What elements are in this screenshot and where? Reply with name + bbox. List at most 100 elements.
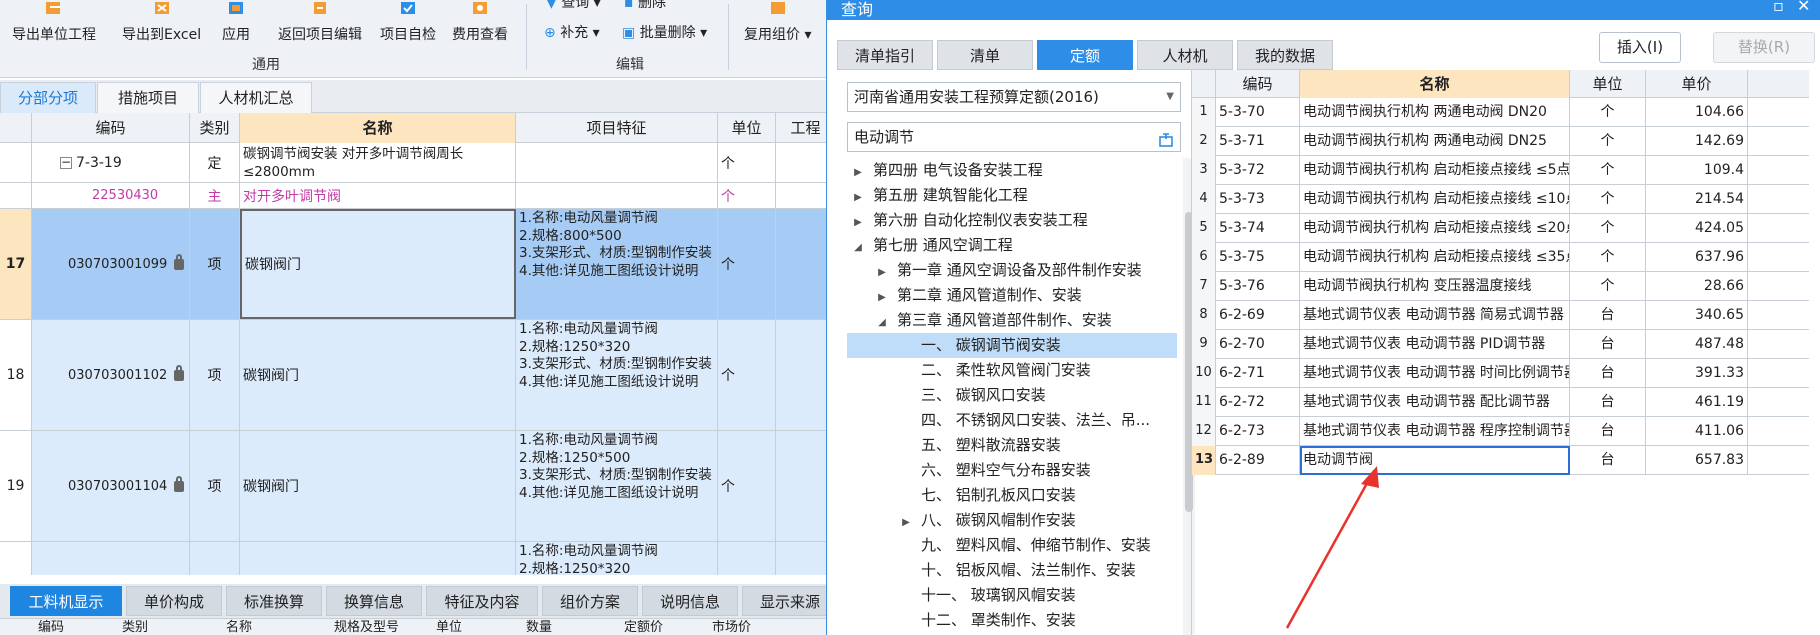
table-row[interactable]: 8 6-2-69 基地式调节仪表 电动调节器 简易式调节器台 340.65	[1192, 301, 1809, 330]
chevron-right-icon[interactable]: ▶	[851, 210, 865, 233]
tree-node[interactable]: ▶ 第二章 通风管道制作、安装	[847, 283, 1177, 308]
chevron-down-icon[interactable]: ◢	[875, 310, 889, 333]
chevron-down-icon[interactable]: ◢	[851, 235, 865, 258]
tab-feature-content[interactable]: 特征及内容	[426, 586, 538, 616]
close-icon[interactable]: ✕	[1797, 0, 1810, 15]
tab-standard-conversion[interactable]: 标准换算	[226, 586, 322, 616]
tab-labor-material[interactable]: 人材机汇总	[200, 82, 312, 113]
quota-library-select[interactable]: 河南省通用安装工程预算定额(2016) ▼	[847, 82, 1181, 112]
chevron-right-icon[interactable]: ▶	[851, 185, 865, 208]
tree-node[interactable]: ◢ 第七册 通风空调工程	[847, 233, 1177, 258]
replace-button[interactable]: 替换(R)	[1713, 32, 1815, 63]
chevron-right-icon[interactable]: ▶	[899, 510, 913, 533]
tree-node[interactable]: 十、 铝板风帽、法兰制作、安装	[847, 558, 1177, 583]
collapse-icon[interactable]: −	[60, 156, 72, 169]
name-cell[interactable]: 电动调节阀执行机构 两通电动阀 DN20	[1300, 98, 1570, 127]
tab-unit-price[interactable]: 单价构成	[126, 586, 222, 616]
tab-quota[interactable]: 定额	[1037, 40, 1133, 70]
fee-view-button[interactable]: 费用查看	[452, 2, 508, 44]
export-unit-button[interactable]: 导出单位工程	[12, 2, 96, 44]
name-cell[interactable]: 电动调节阀执行机构 启动柜接点接线 ≤20点	[1300, 214, 1570, 243]
table-row[interactable]: 19 030703001104 项 碳钢阀门 1.名称:电动风量调节阀 2.规格…	[0, 431, 826, 542]
return-edit-button[interactable]: 返回项目编辑	[278, 2, 362, 44]
feature-cell[interactable]: 1.名称:电动风量调节阀 2.规格:800*500 3.支架形式、材质:型钢制作…	[516, 209, 718, 319]
table-row[interactable]: 22530430 主 对开多叶调节阀 个	[0, 183, 826, 209]
tree-node[interactable]: 一、 碳钢调节阀安装	[847, 333, 1177, 358]
tree-node[interactable]: 五、 塑料散流器安装	[847, 433, 1177, 458]
tree-node[interactable]: ◢ 第三章 通风管道部件制作、安装	[847, 308, 1177, 333]
name-cell[interactable]: 碳钢阀门	[240, 431, 516, 541]
tree-node[interactable]: 六、 塑料空气分布器安装	[847, 458, 1177, 483]
table-row[interactable]: 1 5-3-70 电动调节阀执行机构 两通电动阀 DN20 个 104.66	[1192, 98, 1809, 127]
insert-button[interactable]: 插入(I)	[1599, 32, 1681, 63]
chevron-right-icon[interactable]: ▶	[875, 260, 889, 283]
tree-node[interactable]: 二、 柔性软风管阀门安装	[847, 358, 1177, 383]
name-cell[interactable]: 电动调节阀执行机构 启动柜接点接线 ≤35点	[1300, 243, 1570, 272]
reuse-price-button[interactable]: 复用组价 ▾	[744, 2, 811, 44]
tab-show-source[interactable]: 显示来源	[742, 586, 826, 616]
tree-node[interactable]: 十二、 罩类制作、安装	[847, 608, 1177, 633]
delete-button[interactable]: ▪ 删除	[624, 0, 666, 12]
chevron-right-icon[interactable]: ▶	[875, 285, 889, 308]
tree-node[interactable]: 九、 塑料风帽、伸缩节制作、安装	[847, 533, 1177, 558]
table-row[interactable]: 5 5-3-74 电动调节阀执行机构 启动柜接点接线 ≤20点个 424.05	[1192, 214, 1809, 243]
batch-delete-button[interactable]: ▣ 批量删除 ▾	[622, 22, 707, 42]
tab-measures[interactable]: 措施项目	[97, 82, 199, 113]
tab-conversion-info[interactable]: 换算信息	[326, 586, 422, 616]
tab-list[interactable]: 清单	[937, 40, 1033, 70]
supplement-button[interactable]: ⊕ 补充 ▾	[544, 22, 600, 42]
table-row-selected[interactable]: 17 030703001099 项 碳钢阀门 1.名称:电动风量调节阀 2.规格…	[0, 209, 826, 320]
name-cell[interactable]: 基地式调节仪表 电动调节器 PID调节器	[1300, 330, 1570, 359]
name-cell[interactable]: 碳钢阀门	[240, 320, 516, 430]
name-cell[interactable]: 基地式调节仪表 电动调节器 配比调节器	[1300, 388, 1570, 417]
table-row[interactable]: 10 6-2-71 基地式调节仪表 电动调节器 时间比例调节器台 391.33	[1192, 359, 1809, 388]
name-cell[interactable]: 碳钢调节阀安装 对开多叶调节阀周长≤2800mm	[240, 143, 516, 182]
tree-node[interactable]: 三、 碳钢风口安装	[847, 383, 1177, 408]
tab-description[interactable]: 说明信息	[642, 586, 738, 616]
export-excel-button[interactable]: 导出到Excel	[122, 2, 201, 44]
project-check-button[interactable]: 项目自检	[380, 2, 436, 44]
name-cell[interactable]: 电动调节阀执行机构 启动柜接点接线 ≤5点	[1300, 156, 1570, 185]
tree-node[interactable]: ▶ 第六册 自动化控制仪表安装工程	[847, 208, 1177, 233]
query-button[interactable]: ▼ 查询 ▾	[546, 0, 601, 12]
name-cell[interactable]: 电动调节阀执行机构 启动柜接点接线 ≤10点	[1300, 185, 1570, 214]
table-row[interactable]: 2 5-3-71 电动调节阀执行机构 两通电动阀 DN25 个 142.69	[1192, 127, 1809, 156]
apply-button[interactable]: 应用	[222, 2, 250, 44]
table-row[interactable]: 7 5-3-76 电动调节阀执行机构 变压器温度接线个 28.66	[1192, 272, 1809, 301]
name-cell[interactable]: 电动调节阀执行机构 两通电动阀 DN25	[1300, 127, 1570, 156]
name-cell[interactable]: 基地式调节仪表 电动调节器 程序控制调节器	[1300, 417, 1570, 446]
tab-my-data[interactable]: 我的数据	[1237, 40, 1333, 70]
chevron-right-icon[interactable]: ▶	[851, 160, 865, 183]
tree-node[interactable]: 十一、 玻璃钢风帽安装	[847, 583, 1177, 608]
name-cell[interactable]	[240, 542, 516, 575]
name-cell[interactable]: 基地式调节仪表 电动调节器 时间比例调节器	[1300, 359, 1570, 388]
search-input[interactable]: 电动调节	[847, 122, 1181, 152]
maximize-icon[interactable]: ▫	[1773, 0, 1784, 15]
table-row[interactable]: 11 6-2-72 基地式调节仪表 电动调节器 配比调节器台 461.19	[1192, 388, 1809, 417]
name-cell[interactable]: 电动调节阀执行机构 变压器温度接线	[1300, 272, 1570, 301]
table-row[interactable]: 12 6-2-73 基地式调节仪表 电动调节器 程序控制调节器台 411.06	[1192, 417, 1809, 446]
tree-node[interactable]: ▶ 第四册 电气设备安装工程	[847, 158, 1177, 183]
table-row[interactable]: 9 6-2-70 基地式调节仪表 电动调节器 PID调节器台 487.48	[1192, 330, 1809, 359]
feature-cell[interactable]	[516, 183, 718, 208]
feature-cell[interactable]: 1.名称:电动风量调节阀 2.规格:1250*320	[516, 542, 718, 575]
feature-cell[interactable]	[516, 143, 718, 182]
tree-node[interactable]: ▶ 第五册 建筑智能化工程	[847, 183, 1177, 208]
tree-node[interactable]: 四、 不锈钢风口安装、法兰、吊...	[847, 408, 1177, 433]
table-row[interactable]: 4 5-3-73 电动调节阀执行机构 启动柜接点接线 ≤10点个 214.54	[1192, 185, 1809, 214]
tree-node[interactable]: ▶ 八、 碳钢风帽制作安装	[847, 508, 1177, 533]
table-row[interactable]: 3 5-3-72 电动调节阀执行机构 启动柜接点接线 ≤5点个 109.4	[1192, 156, 1809, 185]
search-icon[interactable]	[1158, 129, 1174, 147]
tab-sub-items[interactable]: 分部分项	[0, 82, 96, 113]
tree-node[interactable]: ▶ 第一章 通风空调设备及部件制作安装	[847, 258, 1177, 283]
feature-cell[interactable]: 1.名称:电动风量调节阀 2.规格:1250*320 3.支架形式、材质:型钢制…	[516, 320, 718, 430]
tab-material-display[interactable]: 工料机显示	[10, 586, 122, 616]
tab-list-guide[interactable]: 清单指引	[837, 40, 933, 70]
name-cell[interactable]: 对开多叶调节阀	[240, 183, 516, 208]
name-cell[interactable]: 碳钢阀门	[240, 209, 516, 319]
tab-labor-material[interactable]: 人材机	[1137, 40, 1233, 70]
tab-pricing-plan[interactable]: 组价方案	[542, 586, 638, 616]
feature-cell[interactable]: 1.名称:电动风量调节阀 2.规格:1250*500 3.支架形式、材质:型钢制…	[516, 431, 718, 541]
table-row[interactable]: 1.名称:电动风量调节阀 2.规格:1250*320	[0, 542, 826, 575]
table-row[interactable]: 6 5-3-75 电动调节阀执行机构 启动柜接点接线 ≤35点个 637.96	[1192, 243, 1809, 272]
